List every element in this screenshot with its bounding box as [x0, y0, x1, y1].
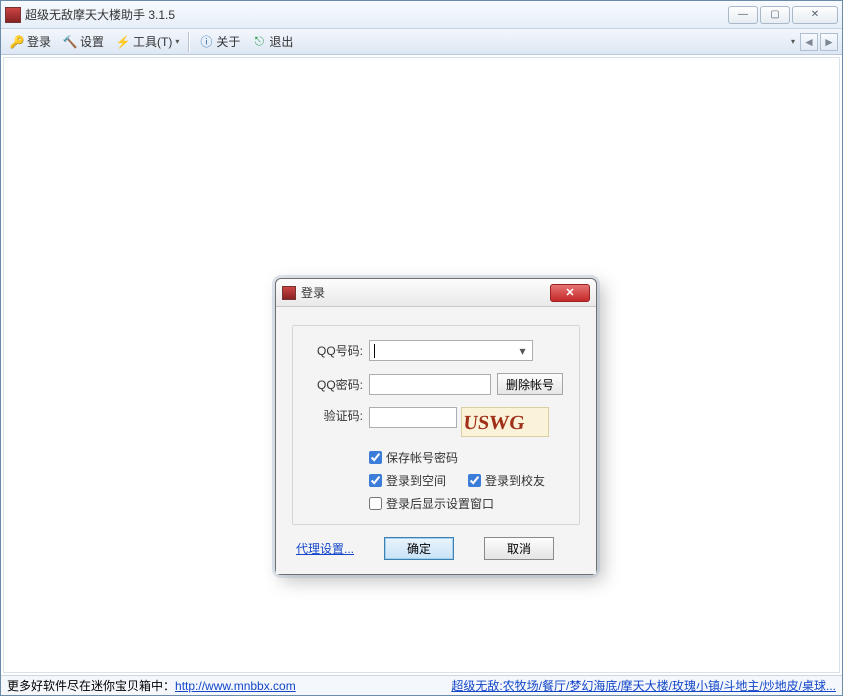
captcha-svg: USWG — [463, 409, 547, 435]
toolbar-separator — [188, 32, 190, 52]
toolbar: 🔑 登录 🔨 设置 ⚡ 工具(T) ▾ ⓘ 关于 ⎋ 退出 ▾ ◄ ► — [1, 29, 842, 55]
login-group: QQ号码: ▾ QQ密码: 删除帐号 验证码: — [292, 325, 580, 525]
captcha-input[interactable] — [369, 407, 457, 428]
captcha-row: 验证码: USWG — [305, 407, 567, 437]
chevron-down-icon[interactable]: ▾ — [788, 37, 798, 46]
main-window: 超级无敌摩天大楼助手 3.1.5 — ▢ ✕ 🔑 登录 🔨 设置 ⚡ 工具(T)… — [0, 0, 843, 696]
chevron-down-icon: ▾ — [175, 37, 179, 46]
window-title: 超级无敌摩天大楼助手 3.1.5 — [25, 6, 728, 23]
login-qzone-label: 登录到空间 — [386, 472, 446, 489]
bolt-icon: ⚡ — [116, 35, 130, 49]
info-icon: ⓘ — [199, 35, 213, 49]
show-settings-label: 登录后显示设置窗口 — [386, 495, 494, 512]
login-qzone-check[interactable] — [369, 474, 382, 487]
qq-combo[interactable]: ▾ — [369, 340, 533, 361]
statusbar: 更多好软件尽在迷你宝贝箱中： http://www.mnbbx.com 超级无敌… — [1, 675, 842, 695]
svg-text:USWG: USWG — [463, 412, 526, 434]
ok-button[interactable]: 确定 — [384, 537, 454, 560]
status-right-link[interactable]: 超级无敌:农牧场/餐厅/梦幻海底/摩天大楼/玫瑰小镇/斗地主/炒地皮/桌球... — [451, 677, 836, 694]
close-button[interactable]: ✕ — [792, 6, 838, 24]
login-qzone-checkbox[interactable]: 登录到空间 — [369, 472, 446, 489]
toolbar-login-label: 登录 — [27, 33, 51, 50]
pw-row: QQ密码: 删除帐号 — [305, 373, 567, 395]
captcha-label: 验证码: — [305, 407, 363, 424]
toolbar-login[interactable]: 🔑 登录 — [5, 31, 56, 52]
toolbar-about-label: 关于 — [216, 33, 240, 50]
hammer-icon: 🔨 — [63, 35, 77, 49]
toolbar-about[interactable]: ⓘ 关于 — [194, 31, 245, 52]
login-dialog: 登录 ✕ QQ号码: ▾ QQ密码: 删除帐号 — [275, 278, 597, 575]
dialog-footer: 代理设置... 确定 取消 — [292, 537, 580, 560]
toolbar-exit[interactable]: ⎋ 退出 — [247, 31, 298, 52]
status-left-text: 更多好软件尽在迷你宝贝箱中： — [7, 677, 175, 694]
toolbar-settings-label: 设置 — [80, 33, 104, 50]
qq-row: QQ号码: ▾ — [305, 340, 567, 361]
toolbar-exit-label: 退出 — [269, 33, 293, 50]
text-cursor — [374, 344, 375, 358]
qq-label: QQ号码: — [305, 342, 363, 359]
captcha-image[interactable]: USWG — [461, 407, 549, 437]
dialog-close-button[interactable]: ✕ — [550, 284, 590, 302]
maximize-button[interactable]: ▢ — [760, 6, 790, 24]
password-input[interactable] — [369, 374, 491, 395]
pw-label: QQ密码: — [305, 376, 363, 393]
save-account-check[interactable] — [369, 451, 382, 464]
titlebar: 超级无敌摩天大楼助手 3.1.5 — ▢ ✕ — [1, 1, 842, 29]
proxy-settings-link[interactable]: 代理设置... — [296, 540, 354, 557]
options: 保存帐号密码 登录到空间 登录到校友 — [369, 449, 567, 512]
status-left-link[interactable]: http://www.mnbbx.com — [175, 679, 296, 693]
delete-account-button[interactable]: 删除帐号 — [497, 373, 563, 395]
cancel-button[interactable]: 取消 — [484, 537, 554, 560]
exit-icon: ⎋ — [252, 35, 266, 49]
chevron-down-icon[interactable]: ▾ — [515, 343, 530, 359]
minimize-button[interactable]: — — [728, 6, 758, 24]
dialog-body: QQ号码: ▾ QQ密码: 删除帐号 验证码: — [276, 307, 596, 574]
nav-back-button[interactable]: ◄ — [800, 33, 818, 51]
toolbar-settings[interactable]: 🔨 设置 — [58, 31, 109, 52]
app-icon — [282, 286, 296, 300]
app-icon — [5, 7, 21, 23]
dialog-title: 登录 — [301, 284, 550, 301]
toolbar-tools-label: 工具(T) — [133, 33, 172, 50]
toolbar-tools[interactable]: ⚡ 工具(T) ▾ — [111, 31, 184, 52]
key-icon: 🔑 — [10, 35, 24, 49]
show-settings-check[interactable] — [369, 497, 382, 510]
content-area: 登录 ✕ QQ号码: ▾ QQ密码: 删除帐号 — [3, 57, 840, 673]
login-xiaoyou-checkbox[interactable]: 登录到校友 — [468, 472, 545, 489]
dialog-titlebar: 登录 ✕ — [276, 279, 596, 307]
login-xiaoyou-check[interactable] — [468, 474, 481, 487]
window-controls: — ▢ ✕ — [728, 6, 838, 24]
nav-forward-button[interactable]: ► — [820, 33, 838, 51]
save-account-label: 保存帐号密码 — [386, 449, 458, 466]
save-account-checkbox[interactable]: 保存帐号密码 — [369, 449, 567, 466]
login-xiaoyou-label: 登录到校友 — [485, 472, 545, 489]
show-settings-checkbox[interactable]: 登录后显示设置窗口 — [369, 495, 567, 512]
